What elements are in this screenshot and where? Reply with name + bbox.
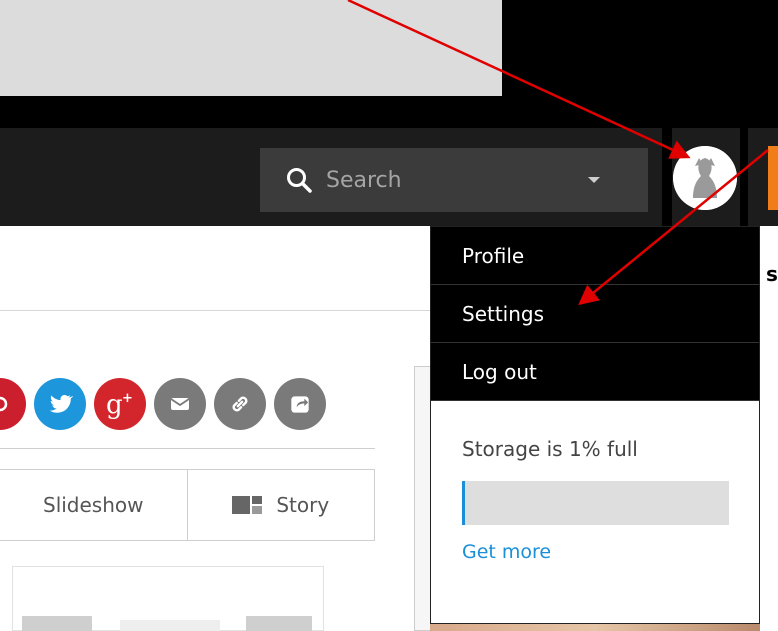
- share-external-button[interactable]: [274, 378, 326, 430]
- chevron-down-icon[interactable]: [588, 177, 600, 183]
- pinterest-icon: [0, 396, 8, 412]
- menu-item-profile[interactable]: Profile: [431, 227, 759, 285]
- user-avatar-icon: [673, 146, 737, 210]
- search-input[interactable]: [324, 166, 568, 194]
- account-dropdown-menu: Profile Settings Log out Storage is 1% f…: [430, 226, 760, 624]
- google-plus-share-button[interactable]: g +: [94, 378, 146, 430]
- storage-progress-bar: [462, 481, 729, 525]
- tab-story-label: Story: [276, 493, 330, 517]
- link-share-button[interactable]: [214, 378, 266, 430]
- story-layout-icon: [232, 496, 263, 514]
- top-gray-panel: [0, 0, 502, 96]
- storage-section: Storage is 1% full Get more: [431, 401, 759, 563]
- avatar[interactable]: [673, 146, 737, 210]
- gallery-thumbnail[interactable]: [22, 616, 92, 631]
- get-more-link[interactable]: Get more: [462, 541, 759, 563]
- storage-progress-fill: [462, 481, 465, 525]
- view-mode-tabs: Slideshow Story: [0, 469, 375, 541]
- link-icon: [232, 396, 248, 412]
- orange-button-edge[interactable]: [768, 146, 778, 210]
- email-icon: [170, 398, 190, 410]
- right-edge-content: [760, 226, 778, 631]
- svg-text:+: +: [122, 391, 133, 406]
- google-plus-icon: g +: [106, 390, 133, 419]
- tab-story[interactable]: Story: [186, 470, 375, 540]
- subheader-divider: [0, 310, 430, 311]
- email-share-button[interactable]: [154, 378, 206, 430]
- menu-item-logout[interactable]: Log out: [431, 343, 759, 401]
- gallery-thumbnail-center[interactable]: [120, 620, 220, 631]
- search-icon: [287, 168, 312, 193]
- storage-status-text: Storage is 1% full: [462, 437, 638, 461]
- tab-slideshow-label: Slideshow: [43, 493, 144, 517]
- share-divider: [0, 448, 375, 449]
- svg-text:g: g: [106, 390, 123, 419]
- menu-item-settings[interactable]: Settings: [431, 285, 759, 343]
- gallery-thumbnail[interactable]: [246, 616, 312, 631]
- pinterest-share-button[interactable]: [0, 378, 26, 430]
- twitter-icon: [49, 395, 73, 413]
- twitter-share-button[interactable]: [34, 378, 86, 430]
- tab-slideshow[interactable]: Slideshow: [0, 470, 187, 540]
- navbar-divider-2: [740, 128, 748, 226]
- search-box[interactable]: [260, 148, 648, 212]
- navbar-divider: [662, 128, 672, 226]
- truncated-text: s: [766, 262, 778, 286]
- share-icon: [291, 396, 309, 413]
